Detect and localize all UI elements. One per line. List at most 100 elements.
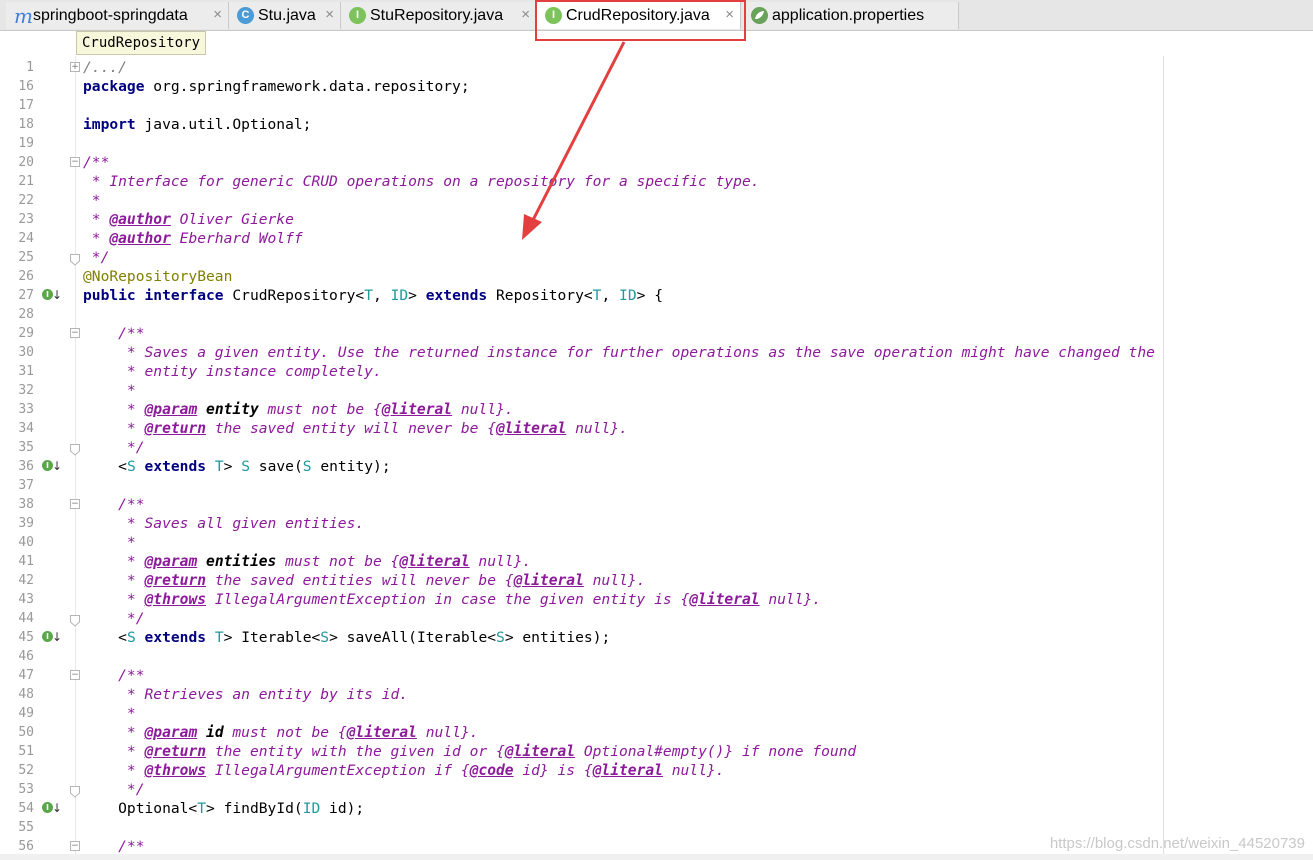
code-line[interactable]: 47 − /**	[0, 666, 1313, 685]
maven-module-icon: m	[14, 4, 33, 28]
code-text: * @return the saved entity will never be…	[83, 420, 628, 437]
collapse-fold-icon[interactable]: −	[70, 499, 80, 509]
code-line[interactable]: 45 I ↓ <S extends T> Iterable<S> saveAll(I…	[0, 628, 1313, 647]
line-number: 31	[18, 364, 34, 379]
code-line[interactable]: 48 * Retrieves an entity by its id.	[0, 685, 1313, 704]
code-line[interactable]: 40 *	[0, 533, 1313, 552]
code-line[interactable]: 23 * @author Oliver Gierke	[0, 210, 1313, 229]
code-line[interactable]: 46	[0, 647, 1313, 666]
code-line[interactable]: 35 */	[0, 438, 1313, 457]
line-number: 39	[18, 516, 34, 531]
code-line[interactable]: 34 * @return the saved entity will never…	[0, 419, 1313, 438]
code-text: * @return the entity with the given id o…	[83, 743, 857, 760]
tab-stu-java[interactable]: C Stu.java ×	[229, 2, 341, 29]
code-line[interactable]: 27 I ↓ public interface CrudRepository<T, I…	[0, 286, 1313, 305]
line-number: 36	[18, 459, 34, 474]
line-number: 41	[18, 554, 34, 569]
code-line[interactable]: 25 */	[0, 248, 1313, 267]
fold-end-icon[interactable]	[70, 251, 80, 266]
code-line[interactable]: 31 * entity instance completely.	[0, 362, 1313, 381]
line-number: 48	[18, 687, 34, 702]
code-line[interactable]: 18 import java.util.Optional;	[0, 115, 1313, 134]
tab-springboot-springdata[interactable]: m springboot-springdata ×	[6, 2, 229, 29]
close-icon[interactable]: ×	[325, 6, 334, 24]
code-line[interactable]: 39 * Saves all given entities.	[0, 514, 1313, 533]
line-number: 53	[18, 782, 34, 797]
code-text: *	[83, 382, 136, 399]
highlight-box	[535, 0, 746, 41]
code-line[interactable]: 30 * Saves a given entity. Use the retur…	[0, 343, 1313, 362]
line-number: 21	[18, 174, 34, 189]
code-text: /**	[83, 325, 145, 342]
code-line[interactable]: 51 * @return the entity with the given i…	[0, 742, 1313, 761]
fold-end-icon[interactable]	[70, 612, 80, 627]
line-number: 38	[18, 497, 34, 512]
implemented-by-icon[interactable]: I ↓	[42, 288, 62, 303]
code-line[interactable]: 44 */	[0, 609, 1313, 628]
implemented-by-icon[interactable]: I ↓	[42, 459, 62, 474]
code-text: */	[83, 439, 145, 456]
code-line[interactable]: 16 package org.springframework.data.repos…	[0, 77, 1313, 96]
line-number: 24	[18, 231, 34, 246]
code-line[interactable]: 29 − /**	[0, 324, 1313, 343]
collapse-fold-icon[interactable]: −	[70, 841, 80, 851]
collapse-fold-icon[interactable]: −	[70, 670, 80, 680]
code-line[interactable]: 37	[0, 476, 1313, 495]
line-number: 47	[18, 668, 34, 683]
code-line[interactable]: 52 * @throws IllegalArgumentException if…	[0, 761, 1313, 780]
code-line[interactable]: 24 * @author Eberhard Wolff	[0, 229, 1313, 248]
line-number: 20	[18, 155, 34, 170]
code-line[interactable]: 22 *	[0, 191, 1313, 210]
code-line[interactable]: 32 *	[0, 381, 1313, 400]
code-line[interactable]: 28	[0, 305, 1313, 324]
code-line[interactable]: 1 +/.../	[0, 58, 1313, 77]
code-text: */	[83, 781, 145, 798]
line-number: 1	[26, 60, 34, 75]
line-number: 52	[18, 763, 34, 778]
line-number: 37	[18, 478, 34, 493]
line-number: 34	[18, 421, 34, 436]
code-line[interactable]: 26 @NoRepositoryBean	[0, 267, 1313, 286]
tab-label: StuRepository.java	[370, 6, 504, 24]
code-text: * @author Eberhard Wolff	[83, 230, 303, 247]
code-line[interactable]: 42 * @return the saved entities will nev…	[0, 571, 1313, 590]
code-line[interactable]: 53 */	[0, 780, 1313, 799]
expand-fold-icon[interactable]: +	[70, 62, 80, 72]
code-line[interactable]: 38 − /**	[0, 495, 1313, 514]
code-line[interactable]: 54 I ↓ Optional<T> findById(ID id);	[0, 799, 1313, 818]
code-line[interactable]: 21 * Interface for generic CRUD operatio…	[0, 172, 1313, 191]
code-line[interactable]: 36 I ↓ <S extends T> S save(S entity);	[0, 457, 1313, 476]
code-text: *	[83, 192, 101, 209]
line-number: 25	[18, 250, 34, 265]
code-line[interactable]: 41 * @param entities must not be {@liter…	[0, 552, 1313, 571]
line-number: 16	[18, 79, 34, 94]
implemented-by-icon[interactable]: I ↓	[42, 801, 62, 816]
collapse-fold-icon[interactable]: −	[70, 328, 80, 338]
fold-end-icon[interactable]	[70, 441, 80, 456]
code-line[interactable]: 20 −/**	[0, 153, 1313, 172]
code-editor[interactable]: 1 +/.../ 16 package org.springframework.dat…	[0, 56, 1313, 860]
horizontal-scrollbar[interactable]	[0, 854, 1313, 860]
close-icon[interactable]: ×	[213, 6, 222, 24]
code-text: /**	[83, 667, 145, 684]
tab-stu-repository-java[interactable]: I StuRepository.java ×	[341, 2, 537, 29]
tab-tooltip: CrudRepository	[76, 31, 207, 55]
code-line[interactable]: 43 * @throws IllegalArgumentException in…	[0, 590, 1313, 609]
line-number: 30	[18, 345, 34, 360]
code-line[interactable]: 19	[0, 134, 1313, 153]
line-number: 35	[18, 440, 34, 455]
code-line[interactable]: 33 * @param entity must not be {@literal…	[0, 400, 1313, 419]
line-number: 46	[18, 649, 34, 664]
line-number: 29	[18, 326, 34, 341]
tab-application-properties[interactable]: application.properties	[743, 2, 959, 29]
close-icon[interactable]: ×	[521, 6, 530, 24]
code-line[interactable]: 50 * @param id must not be {@literal nul…	[0, 723, 1313, 742]
code-text: @NoRepositoryBean	[83, 268, 233, 285]
fold-end-icon[interactable]	[70, 783, 80, 798]
collapse-fold-icon[interactable]: −	[70, 157, 80, 167]
implemented-by-icon[interactable]: I ↓	[42, 630, 62, 645]
code-text: import java.util.Optional;	[83, 116, 312, 133]
code-line[interactable]: 17	[0, 96, 1313, 115]
editor-tab-bar: m springboot-springdata × C Stu.java × I…	[0, 0, 1313, 41]
code-line[interactable]: 49 *	[0, 704, 1313, 723]
